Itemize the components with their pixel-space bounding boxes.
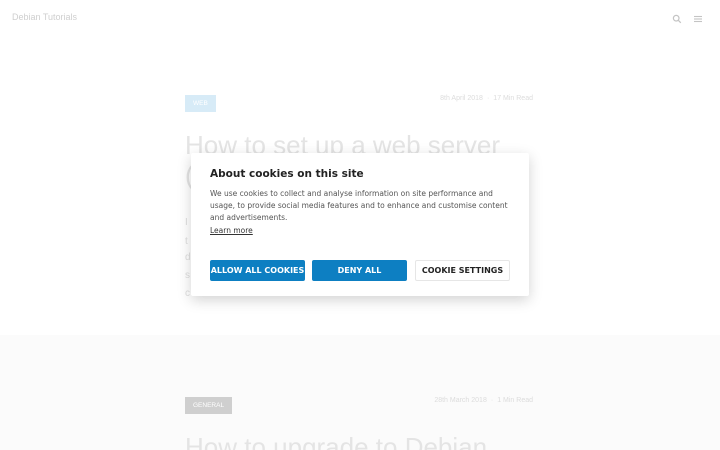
- menu-icon[interactable]: [693, 14, 703, 24]
- site-header: Debian Tutorials: [0, 0, 720, 40]
- cookie-dialog-body: We use cookies to collect and analyse in…: [210, 189, 508, 222]
- cookie-settings-button[interactable]: COOKIE SETTINGS: [415, 260, 510, 281]
- excerpt-fragment: d: [185, 252, 191, 263]
- post-meta: 28th March 2018 · 1 Min Read: [434, 397, 533, 404]
- excerpt-fragment: I: [185, 217, 188, 228]
- post-card: WEB 8th April 2018 · 17 Min Read How to se…: [185, 90, 533, 160]
- post-tag[interactable]: WEB: [185, 95, 216, 112]
- site-title[interactable]: Debian Tutorials: [12, 12, 77, 22]
- post-date: 28th March 2018: [434, 397, 487, 404]
- post-read-time: 1 Min Read: [497, 397, 533, 404]
- post-card: GENERAL 28th March 2018 · 1 Min Read How t…: [185, 392, 533, 450]
- post-read-time: 17 Min Read: [493, 95, 533, 102]
- post-tag[interactable]: GENERAL: [185, 397, 233, 414]
- cookie-dialog-title: About cookies on this site: [210, 168, 364, 180]
- post-meta: 8th April 2018 · 17 Min Read: [440, 95, 533, 102]
- allow-all-cookies-button[interactable]: ALLOW ALL COOKIES: [210, 260, 305, 281]
- excerpt-fragment: s: [185, 270, 190, 281]
- cookie-consent-dialog: About cookies on this site We use cookie…: [191, 153, 529, 296]
- post-date: 8th April 2018: [440, 95, 483, 102]
- post-title[interactable]: How to upgrade to Debian: [185, 432, 487, 450]
- learn-more-link[interactable]: Learn more: [210, 226, 253, 235]
- excerpt-fragment: t: [185, 236, 188, 247]
- deny-all-button[interactable]: DENY ALL: [312, 260, 407, 281]
- search-icon[interactable]: [672, 14, 682, 24]
- excerpt-fragment: c: [185, 288, 190, 299]
